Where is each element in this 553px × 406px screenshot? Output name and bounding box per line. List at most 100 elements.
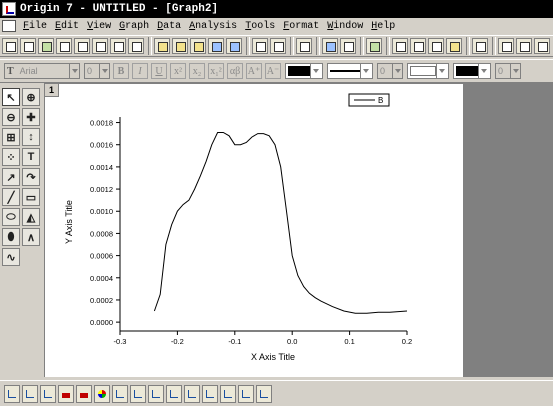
menu-edit[interactable]: Edit <box>51 21 83 32</box>
vector-plot-icon[interactable] <box>202 384 218 403</box>
ternary-plot-icon[interactable] <box>166 384 182 403</box>
x-axis[interactable]: -0.3 -0.2 -0.1 0.0 0.1 0.2 <box>114 331 413 346</box>
pattern-combo[interactable] <box>407 63 449 79</box>
font-size-combo[interactable]: 0 <box>84 63 110 79</box>
chevron-down-icon[interactable] <box>310 64 320 78</box>
document-icon[interactable] <box>2 20 16 32</box>
menu-format[interactable]: Format <box>279 21 323 32</box>
stack-plot-icon[interactable] <box>238 384 254 403</box>
custom-routine-icon[interactable] <box>446 38 462 54</box>
open-icon[interactable] <box>154 38 170 54</box>
text-tool-icon[interactable]: T <box>22 148 40 166</box>
legend[interactable]: B <box>348 93 390 107</box>
contour-plot-icon[interactable] <box>130 384 146 403</box>
polar-plot-icon[interactable] <box>148 384 164 403</box>
chevron-down-icon[interactable] <box>478 64 488 78</box>
line-tool-icon[interactable]: ╱ <box>2 188 20 206</box>
new-worksheet-icon[interactable] <box>20 38 36 54</box>
new-notes-icon[interactable] <box>128 38 144 54</box>
menu-data[interactable]: Data <box>153 21 185 32</box>
line-plot-icon[interactable] <box>4 384 20 403</box>
chevron-down-icon[interactable] <box>99 64 109 78</box>
arrow-tool-icon[interactable]: ↗ <box>2 168 20 186</box>
script-window-icon[interactable] <box>410 38 426 54</box>
line-style-combo[interactable] <box>327 63 373 79</box>
font-name-combo[interactable]: T Arial <box>4 63 80 79</box>
project-explorer-icon[interactable] <box>366 38 382 54</box>
sup-sub-button[interactable]: x₁² <box>208 63 224 79</box>
ellipse-tool-icon[interactable]: ⬭ <box>2 208 20 226</box>
pointer-tool-icon[interactable]: ↖ <box>2 88 20 106</box>
series-b-line[interactable] <box>153 132 408 314</box>
import-ascii-icon[interactable] <box>252 38 268 54</box>
line-symbol-plot-icon[interactable] <box>40 384 56 403</box>
open-template-icon[interactable] <box>172 38 188 54</box>
y-axis-title[interactable]: Y Axis Title <box>64 200 74 244</box>
new-layout-icon[interactable] <box>110 38 126 54</box>
origin-app-icon[interactable] <box>2 2 16 16</box>
y-axis[interactable]: 0.0000 0.0002 0.0004 0.0006 0.0008 0.0010 0.00… <box>90 119 120 328</box>
fill-color-combo[interactable] <box>453 63 491 79</box>
refresh-icon[interactable] <box>322 38 338 54</box>
greek-button[interactable]: αβ <box>227 63 243 79</box>
chevron-down-icon[interactable] <box>69 64 79 78</box>
curved-arrow-icon[interactable]: ↷ <box>22 168 40 186</box>
pattern-size-combo[interactable]: 0 <box>495 63 521 79</box>
data-reader-icon[interactable]: ⊞ <box>2 128 20 146</box>
menu-tools[interactable]: Tools <box>241 21 279 32</box>
bar-plot-icon[interactable] <box>76 384 92 403</box>
increase-font-button[interactable]: A⁺ <box>246 63 262 79</box>
open-excel-icon[interactable] <box>190 38 206 54</box>
save-project-icon[interactable] <box>208 38 224 54</box>
screen-reader-icon[interactable]: ✚ <box>22 108 40 126</box>
bold-button[interactable]: B <box>113 63 129 79</box>
pie-chart-icon[interactable] <box>94 384 110 403</box>
chart-canvas[interactable]: 0.00000.00020.00040.00060.00080.00100.00… <box>45 84 463 377</box>
decrease-font-button[interactable]: A⁻ <box>265 63 281 79</box>
zoom-plot-icon[interactable] <box>220 384 236 403</box>
region-tool-icon[interactable]: ⬮ <box>2 228 20 246</box>
scatter-plot-icon[interactable] <box>22 384 38 403</box>
print-icon[interactable] <box>296 38 312 54</box>
code-builder-icon[interactable] <box>428 38 444 54</box>
menu-view[interactable]: View <box>83 21 115 32</box>
chevron-down-icon[interactable] <box>360 64 370 78</box>
menu-graph[interactable]: Graph <box>115 21 153 32</box>
duplicate-icon[interactable] <box>340 38 356 54</box>
x-axis-title[interactable]: X Axis Title <box>251 352 295 362</box>
zoom-out-tool-icon[interactable]: ⊖ <box>2 108 20 126</box>
subscript-button[interactable]: x₂ <box>189 63 205 79</box>
import-multiple-icon[interactable] <box>270 38 286 54</box>
zoom-in-icon[interactable] <box>516 38 532 54</box>
rectangle-tool-icon[interactable]: ▭ <box>22 188 40 206</box>
template-plot-icon[interactable] <box>256 384 272 403</box>
underline-button[interactable]: U <box>151 63 167 79</box>
save-template-icon[interactable] <box>226 38 242 54</box>
new-graph-icon[interactable] <box>56 38 72 54</box>
line-width-combo[interactable]: 0 <box>377 63 403 79</box>
freehand-tool-icon[interactable]: ∿ <box>2 248 20 266</box>
color-combo[interactable] <box>285 63 323 79</box>
zoom-tool-icon[interactable]: ⊕ <box>22 88 40 106</box>
add-layer-icon[interactable] <box>472 38 488 54</box>
menu-file[interactable]: File <box>19 21 51 32</box>
chevron-down-icon[interactable] <box>510 64 520 78</box>
graph-page[interactable]: 1 0.0000 0.0002 0.0004 0.0006 0.0008 0.0010 0.… <box>44 83 463 377</box>
new-matrix-icon[interactable] <box>74 38 90 54</box>
smith-chart-icon[interactable] <box>184 384 200 403</box>
chevron-down-icon[interactable] <box>436 64 446 78</box>
new-excel-icon[interactable] <box>38 38 54 54</box>
menu-analysis[interactable]: Analysis <box>185 21 241 32</box>
rescale-icon[interactable] <box>498 38 514 54</box>
new-project-icon[interactable] <box>2 38 18 54</box>
menu-help[interactable]: Help <box>367 21 399 32</box>
column-plot-icon[interactable] <box>58 384 74 403</box>
layer-number-badge[interactable]: 1 <box>45 84 59 97</box>
results-log-icon[interactable] <box>392 38 408 54</box>
area-plot-icon[interactable] <box>112 384 128 403</box>
new-function-icon[interactable] <box>92 38 108 54</box>
chevron-down-icon[interactable] <box>392 64 402 78</box>
italic-button[interactable]: I <box>132 63 148 79</box>
polygon-tool-icon[interactable]: ◭ <box>22 208 40 226</box>
zoom-out-icon[interactable] <box>534 38 550 54</box>
